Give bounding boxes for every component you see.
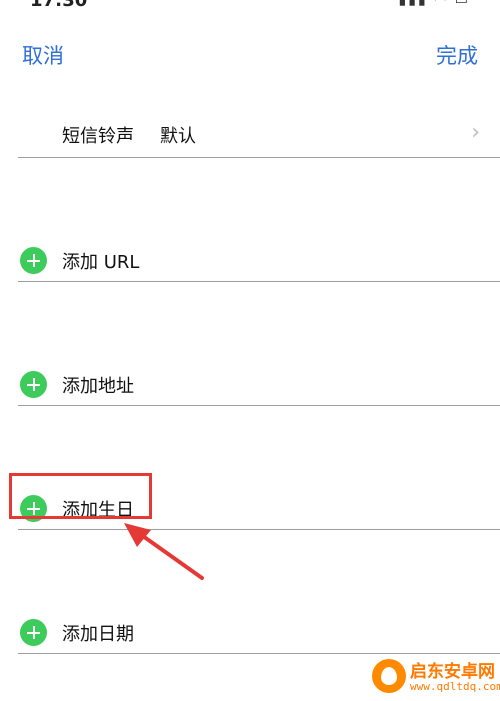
annotation-arrow-icon [124,523,204,580]
watermark-logo-icon [372,659,406,693]
message-ringtone-value: 默认 [160,126,196,147]
message-ringtone-label: 短信铃声 [62,126,134,147]
separator [18,653,500,654]
plus-circle-icon[interactable] [20,247,47,274]
separator [18,281,500,282]
watermark: 启东安卓网 www.qdltdq.com [368,657,500,697]
status-indicators-icon: ▮▮▮ ◠ ▭ [398,0,470,8]
separator [18,405,500,406]
message-ringtone-row[interactable]: 短信铃声 默认 › [0,112,500,158]
done-button[interactable]: 完成 [436,40,478,70]
plus-circle-icon[interactable] [20,619,47,646]
add-address-label: 添加地址 [62,376,134,397]
add-date-label: 添加日期 [62,624,134,645]
separator [18,157,500,158]
separator [18,529,500,530]
add-address-row[interactable]: 添加地址 [0,360,500,406]
nav-bar: 取消 完成 [0,30,500,76]
highlight-box [9,473,152,519]
watermark-url: www.qdltdq.com [410,680,500,693]
chevron-right-icon: › [471,120,480,145]
status-time: 17:30 [30,0,88,11]
plus-circle-icon[interactable] [20,371,47,398]
add-url-label: 添加 URL [62,252,140,273]
watermark-name: 启东安卓网 [410,662,495,682]
add-date-row[interactable]: 添加日期 [0,608,500,654]
status-bar: 17:30 ▮▮▮ ◠ ▭ [0,0,500,12]
cancel-button[interactable]: 取消 [22,40,64,70]
add-url-row[interactable]: 添加 URL [0,236,500,282]
